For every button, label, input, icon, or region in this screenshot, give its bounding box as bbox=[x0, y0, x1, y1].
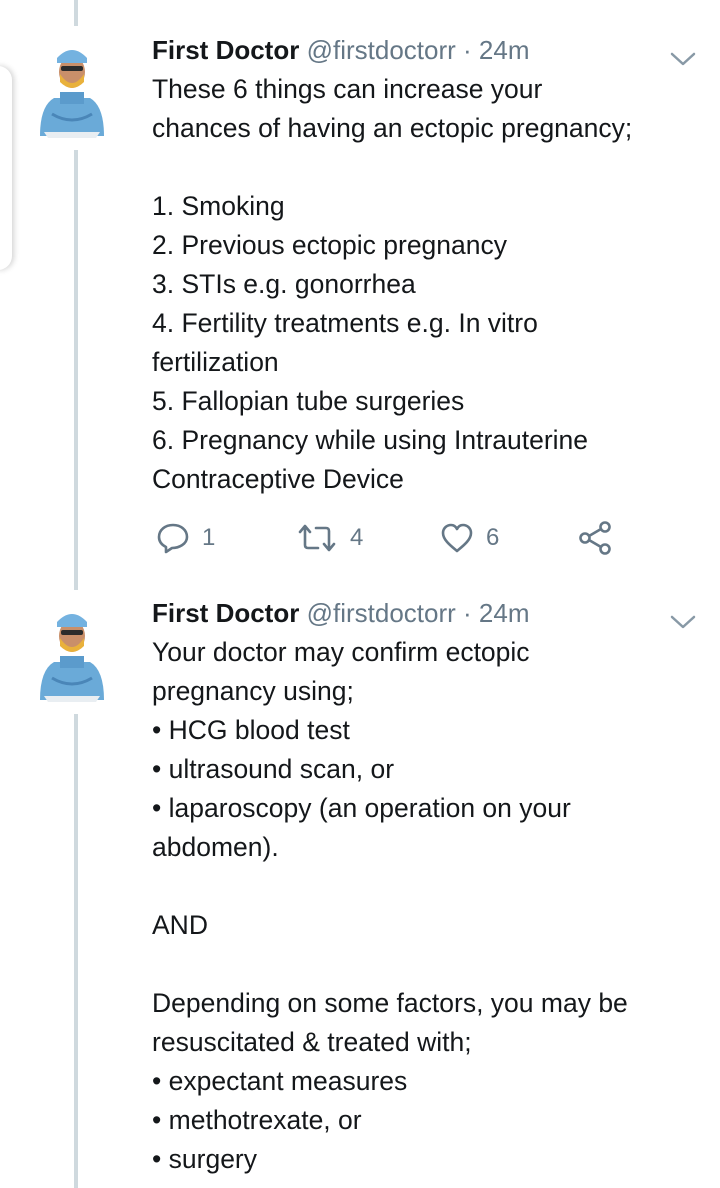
tweet-header: First Doctor @firstdoctorr · 24m bbox=[152, 595, 708, 631]
avatar[interactable] bbox=[34, 600, 110, 702]
author-name[interactable]: First Doctor bbox=[152, 35, 299, 65]
tweet-text: Your doctor may confirm ectopic pregnanc… bbox=[152, 637, 628, 1174]
meta-separator: · bbox=[463, 598, 472, 628]
tweet-header: First Doctor @firstdoctorr · 24m bbox=[152, 32, 708, 68]
doctor-avatar-icon bbox=[40, 50, 104, 138]
doctor-avatar-icon bbox=[40, 614, 104, 702]
share-button[interactable] bbox=[578, 518, 612, 558]
avatar[interactable] bbox=[34, 36, 110, 138]
like-button[interactable]: 6 bbox=[440, 518, 499, 558]
retweet-icon bbox=[298, 524, 336, 552]
like-count: 6 bbox=[486, 524, 500, 551]
reply-count: 1 bbox=[202, 524, 216, 551]
share-icon bbox=[579, 521, 611, 555]
tweet-content: First Doctor @firstdoctorr · 24m These 6… bbox=[152, 32, 708, 499]
retweet-button[interactable]: 4 bbox=[296, 518, 363, 558]
retweet-count: 4 bbox=[350, 524, 364, 551]
author-handle[interactable]: @firstdoctorr bbox=[307, 35, 456, 65]
tweet-time[interactable]: 24m bbox=[479, 35, 530, 65]
tweet-actions: 1 4 6 bbox=[156, 518, 626, 558]
author-handle[interactable]: @firstdoctorr bbox=[307, 598, 456, 628]
tweet-time[interactable]: 24m bbox=[479, 598, 530, 628]
chevron-down-icon[interactable] bbox=[670, 603, 696, 639]
author-name[interactable]: First Doctor bbox=[152, 598, 299, 628]
tweet-text: These 6 things can increase your chances… bbox=[152, 74, 633, 494]
side-drawer-edge bbox=[0, 66, 12, 270]
reply-button[interactable]: 1 bbox=[156, 518, 215, 558]
chevron-down-icon[interactable] bbox=[670, 40, 696, 76]
reply-icon bbox=[157, 523, 189, 554]
tweet-content: First Doctor @firstdoctorr · 24m Your do… bbox=[152, 595, 708, 1179]
heart-icon bbox=[441, 523, 473, 553]
meta-separator: · bbox=[463, 35, 472, 65]
